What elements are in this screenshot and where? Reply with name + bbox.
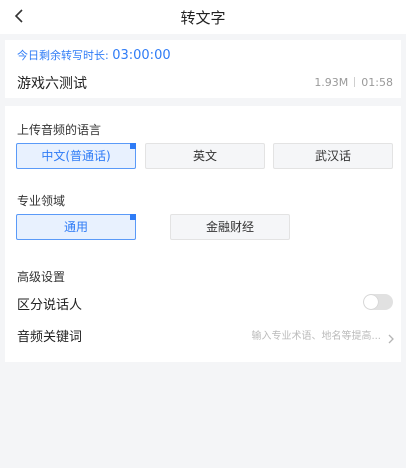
file-info-card: 今日剩余转写时长: 03:00:00 游戏六测试 1.93M 01:58 xyxy=(5,40,401,98)
keywords-input[interactable] xyxy=(243,328,381,344)
option-label: 武汉话 xyxy=(314,149,351,163)
language-option-wuhan[interactable]: 武汉话 xyxy=(273,143,393,169)
option-label: 金融财经 xyxy=(205,220,254,234)
remaining-label: 今日剩余转写时长: xyxy=(17,49,109,62)
speaker-toggle[interactable] xyxy=(363,294,393,310)
toggle-knob xyxy=(364,295,378,309)
remaining-time: 今日剩余转写时长: 03:00:00 xyxy=(17,47,171,63)
keywords-label: 音频关键词 xyxy=(17,330,83,345)
option-label: 通用 xyxy=(63,220,88,234)
language-section-label: 上传音频的语言 xyxy=(17,123,102,137)
settings-card: 上传音频的语言 中文(普通话) 英文 武汉话 专业领域 通用 金融财经 高级设置… xyxy=(5,106,401,362)
chevron-right-icon[interactable] xyxy=(387,330,395,344)
file-size: 1.93M xyxy=(314,76,349,89)
selected-corner-icon xyxy=(130,214,136,220)
meta-divider xyxy=(354,77,356,87)
remaining-value: 03:00:00 xyxy=(112,48,171,63)
domain-option-general[interactable]: 通用 xyxy=(16,214,136,240)
page-title: 转文字 xyxy=(180,9,226,27)
option-label: 中文(普通话) xyxy=(41,149,111,163)
header-bar: 转文字 xyxy=(0,0,406,34)
advanced-settings-label: 高级设置 xyxy=(17,270,66,284)
selected-corner-icon xyxy=(130,143,136,149)
option-label: 英文 xyxy=(192,149,217,163)
file-meta: 1.93M 01:58 xyxy=(314,76,393,89)
language-option-english[interactable]: 英文 xyxy=(145,143,265,169)
speaker-label: 区分说话人 xyxy=(17,298,83,313)
file-duration: 01:58 xyxy=(361,76,393,89)
language-option-mandarin[interactable]: 中文(普通话) xyxy=(16,143,136,169)
domain-option-finance[interactable]: 金融财经 xyxy=(170,214,290,240)
file-name: 游戏六测试 xyxy=(17,76,87,92)
domain-section-label: 专业领域 xyxy=(17,194,66,208)
